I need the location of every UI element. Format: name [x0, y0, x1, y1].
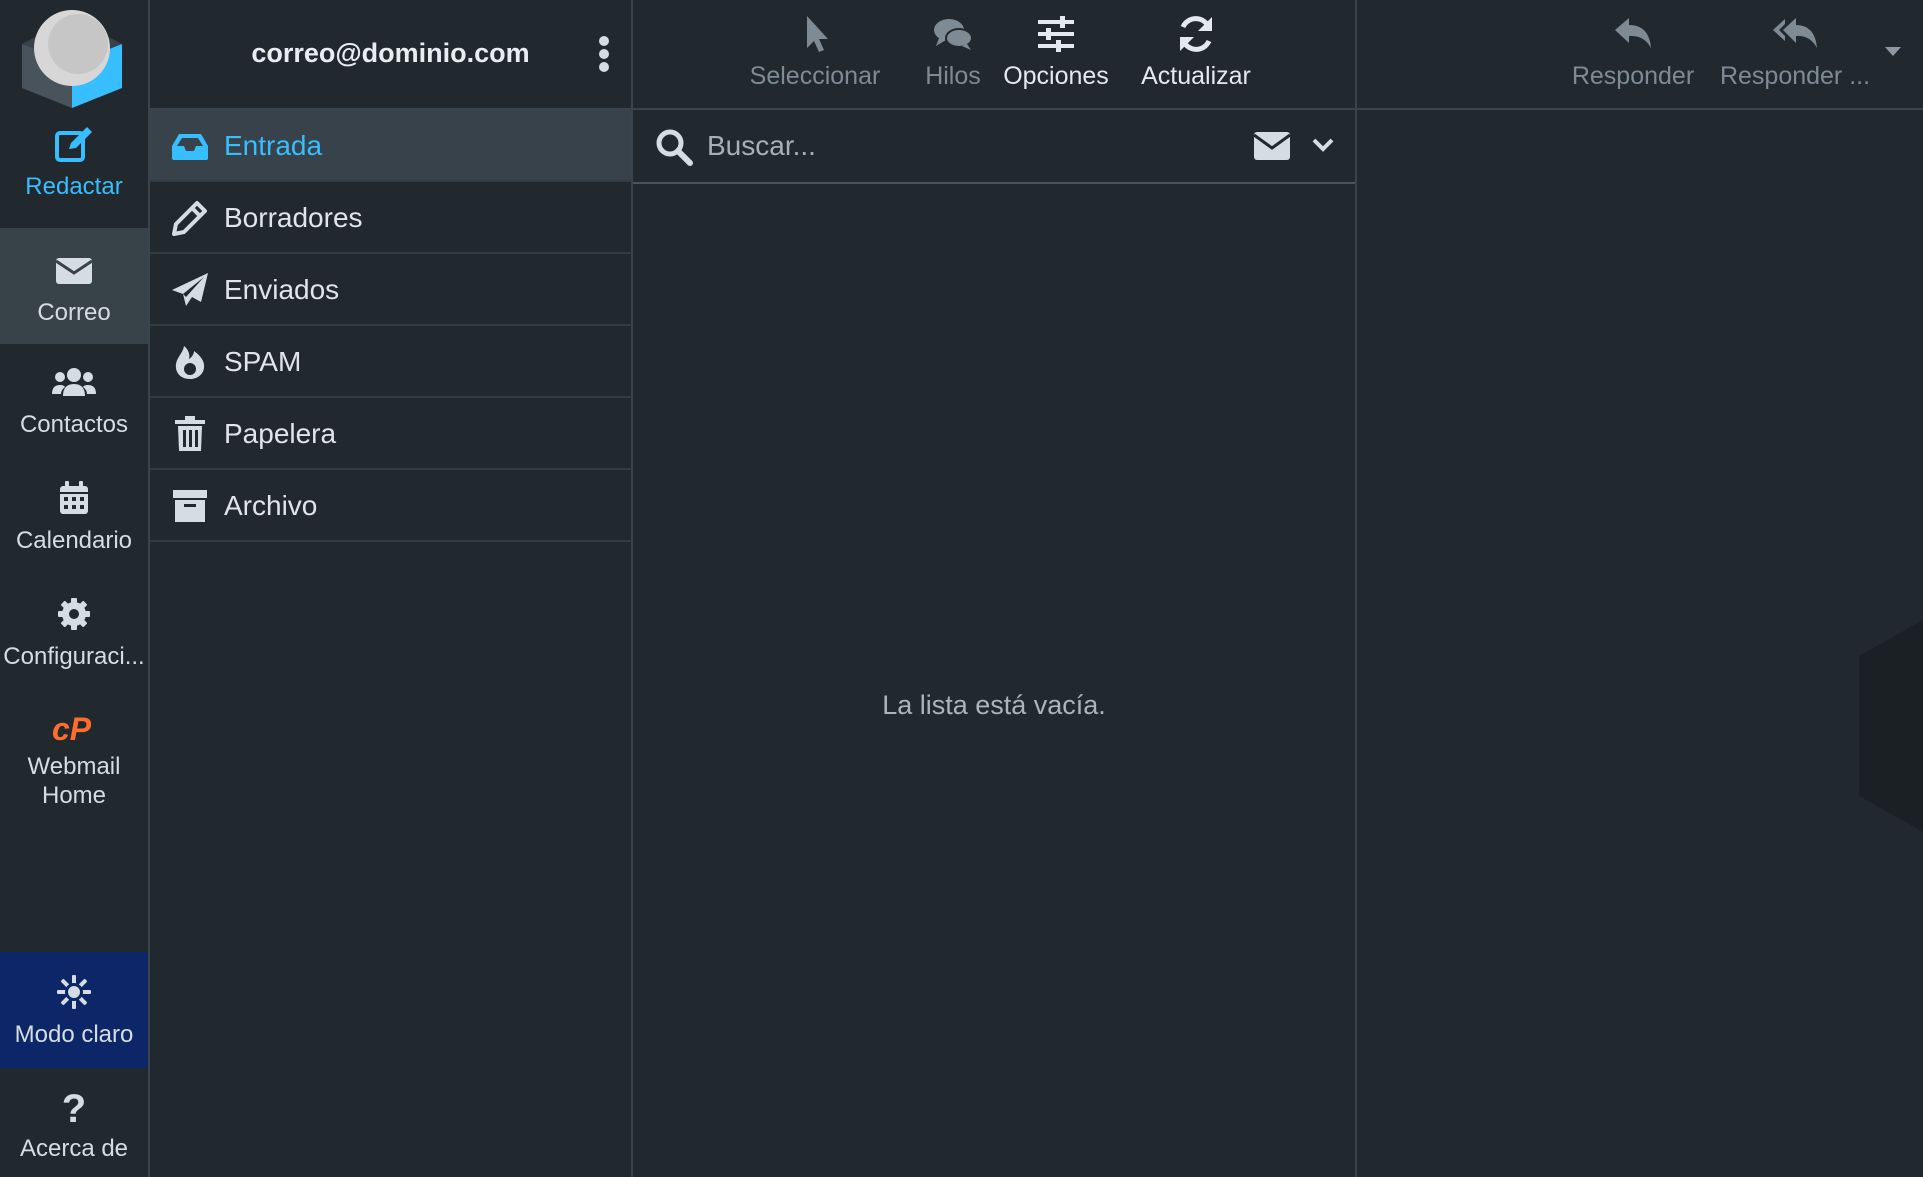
- folder-archive[interactable]: Archivo: [150, 470, 631, 542]
- preview-pane: Responder Responder ...: [1357, 0, 1923, 1177]
- reply-all-icon: [1773, 12, 1817, 56]
- nav-settings[interactable]: Configuraci...: [0, 594, 148, 710]
- compose-icon: [54, 124, 94, 164]
- search-bar: [633, 110, 1355, 184]
- calendar-icon: [54, 478, 94, 518]
- list-toolbar: Seleccionar Hilos Opciones Actualizar: [633, 0, 1355, 110]
- refresh-label: Actualizar: [1141, 62, 1251, 90]
- nav-webmail-home[interactable]: cP Webmail Home: [0, 708, 148, 828]
- nav-webmail-home-label-1: Webmail: [27, 753, 121, 780]
- question-icon: ?: [54, 1086, 94, 1126]
- search-icon[interactable]: [655, 128, 693, 166]
- threads-label: Hilos: [925, 62, 981, 90]
- folder-label: Archivo: [224, 490, 318, 521]
- nav-mail-label: Correo: [37, 299, 111, 326]
- refresh-button[interactable]: Actualizar: [1123, 12, 1269, 102]
- nav-theme-toggle[interactable]: Modo claro: [0, 952, 148, 1068]
- nav-about-label: Acerca de: [19, 1135, 129, 1162]
- folder-spam[interactable]: SPAM: [150, 326, 631, 398]
- nav-calendar-label: Calendario: [15, 527, 133, 554]
- pointer-icon: [793, 12, 837, 56]
- paper-plane-icon: [170, 270, 210, 310]
- folder-panel: correo@dominio.com Entrada Borradores En…: [150, 0, 633, 1177]
- envelope-icon[interactable]: [1253, 130, 1291, 162]
- reply-all-label: Responder ...: [1719, 62, 1871, 90]
- roundcube-logo[interactable]: [18, 4, 126, 108]
- folder-inbox[interactable]: Entrada: [150, 110, 631, 182]
- select-label: Seleccionar: [749, 62, 881, 90]
- folder-label: SPAM: [224, 346, 302, 377]
- account-email: correo@dominio.com: [251, 38, 530, 68]
- options-label: Opciones: [1003, 62, 1109, 90]
- folder-label: Papelera: [224, 418, 337, 449]
- nav-settings-label: Configuraci...: [3, 643, 145, 670]
- gear-icon: [54, 594, 94, 634]
- reply-icon: [1611, 12, 1655, 56]
- archive-icon: [170, 486, 210, 526]
- folder-drafts[interactable]: Borradores: [150, 182, 631, 254]
- folder-label: Enviados: [224, 274, 340, 305]
- watermark-shape: [1859, 620, 1923, 840]
- sliders-icon: [1034, 12, 1078, 56]
- folder-label: Borradores: [224, 202, 363, 233]
- fire-icon: [170, 342, 210, 382]
- reply-label: Responder: [1571, 62, 1695, 90]
- users-icon: [52, 362, 96, 402]
- folder-label: Entrada: [224, 130, 323, 161]
- threads-button[interactable]: Hilos: [903, 12, 1003, 102]
- empty-list-message: La lista está vacía.: [882, 690, 1106, 720]
- account-menu-icon[interactable]: [596, 34, 612, 74]
- folders-header: correo@dominio.com: [150, 0, 631, 110]
- reply-button[interactable]: Responder: [1569, 12, 1697, 102]
- trash-icon: [170, 414, 210, 454]
- svg-text:?: ?: [62, 1087, 86, 1126]
- nav-contacts[interactable]: Contactos: [0, 362, 148, 478]
- nav-contacts-label: Contactos: [19, 411, 129, 438]
- folder-sent[interactable]: Enviados: [150, 254, 631, 326]
- preview-toolbar: Responder Responder ...: [1357, 0, 1923, 110]
- comments-icon: [931, 12, 975, 56]
- nav-compose-label: Redactar: [25, 173, 123, 200]
- options-button[interactable]: Opciones: [989, 12, 1123, 102]
- reply-all-button[interactable]: Responder ...: [1719, 12, 1871, 102]
- nav-compose[interactable]: Redactar: [0, 124, 148, 240]
- app-nav-rail: Redactar Correo Contactos Calendario Con…: [0, 0, 150, 1177]
- envelope-icon: [54, 250, 94, 290]
- sun-icon: [54, 972, 94, 1012]
- search-input[interactable]: [705, 124, 1165, 168]
- pencil-icon: [170, 198, 210, 238]
- nav-calendar[interactable]: Calendario: [0, 478, 148, 594]
- nav-theme-toggle-label: Modo claro: [14, 1021, 134, 1048]
- nav-about[interactable]: ? Acerca de: [0, 1086, 148, 1177]
- nav-mail[interactable]: Correo: [0, 228, 148, 344]
- folder-trash[interactable]: Papelera: [150, 398, 631, 470]
- refresh-icon: [1174, 12, 1218, 56]
- svg-text:cP: cP: [52, 711, 92, 747]
- inbox-icon: [170, 126, 210, 166]
- nav-webmail-home-label-2: Home: [41, 782, 107, 809]
- message-list-panel: Seleccionar Hilos Opciones Actualizar Bu…: [633, 0, 1357, 1177]
- cpanel-icon: cP: [52, 708, 94, 748]
- caret-down-icon[interactable]: [1883, 44, 1903, 58]
- select-button[interactable]: Seleccionar: [741, 12, 889, 102]
- chevron-down-icon[interactable]: [1311, 134, 1335, 158]
